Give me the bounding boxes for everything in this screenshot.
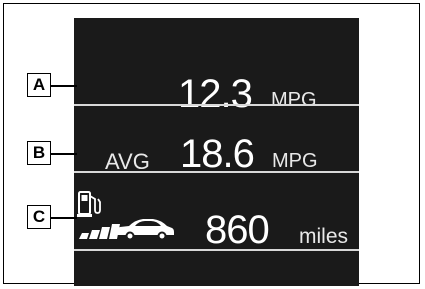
callout-c-leader bbox=[51, 217, 77, 219]
current-economy-value: 12.3 bbox=[178, 72, 253, 116]
divider-1 bbox=[74, 104, 359, 106]
callout-b-label: B bbox=[32, 143, 46, 162]
current-economy-unit: MPG bbox=[271, 89, 317, 111]
callout-b: B bbox=[27, 141, 51, 165]
callout-a-label: A bbox=[32, 75, 46, 94]
callout-a: A bbox=[27, 73, 51, 97]
fuel-pump-icon bbox=[77, 191, 101, 217]
callout-a-leader bbox=[51, 85, 77, 87]
callout-b-leader bbox=[51, 153, 77, 155]
range-unit: miles bbox=[299, 225, 349, 248]
divider-3 bbox=[74, 249, 359, 251]
callout-c: C bbox=[27, 205, 51, 229]
average-label: AVG bbox=[105, 149, 150, 174]
range-bars-icon bbox=[79, 224, 120, 239]
car-icon bbox=[117, 219, 174, 241]
callout-c-label: C bbox=[32, 207, 46, 226]
average-economy-unit: MPG bbox=[272, 150, 318, 172]
range-value: 860 bbox=[205, 208, 270, 252]
average-economy-value: 18.6 bbox=[180, 132, 255, 176]
divider-2 bbox=[74, 171, 359, 173]
